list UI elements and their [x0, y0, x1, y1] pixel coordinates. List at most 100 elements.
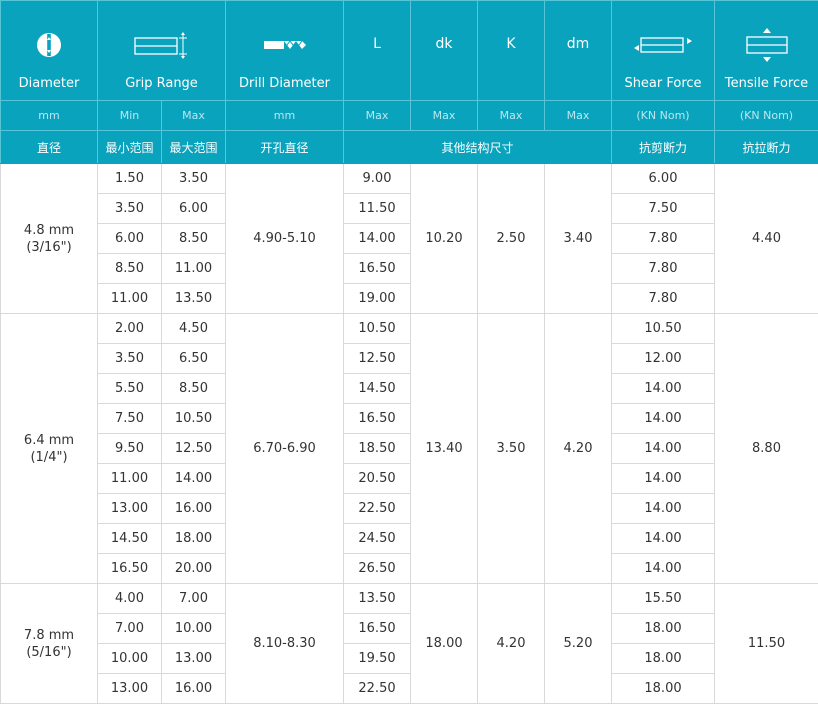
dk-label: dk: [435, 36, 453, 52]
table-row: 3.50 6.50 12.50 12.00: [1, 343, 818, 374]
grip-min-cell: 14.50: [97, 523, 162, 554]
grip-min-cell: 6.00: [97, 223, 162, 254]
cn-drill: 开孔直径: [225, 130, 344, 164]
L-cell: 12.50: [343, 343, 411, 374]
unit-dm: Max: [544, 100, 612, 131]
L-cell: 19.50: [343, 643, 411, 674]
table-row: 4.8 mm (3/16") 1.50 3.50 4.90-5.10 9.00 1…: [0, 163, 818, 314]
unit-shear: (KN Nom): [611, 100, 715, 131]
L-cell: 9.00: [343, 163, 411, 194]
K-cell: 4.20: [477, 583, 545, 704]
grip-max-cell: 10.00: [161, 613, 226, 644]
tensile-cell: 8.80: [714, 313, 818, 584]
grip-min-cell: 2.00: [97, 313, 162, 344]
grip-max-cell: 6.00: [161, 193, 226, 224]
shear-cell: 14.00: [611, 373, 715, 404]
grip-min-cell: 11.00: [97, 463, 162, 494]
grip-max-cell: 10.50: [161, 403, 226, 434]
L-cell: 10.50: [343, 313, 411, 344]
unit-K: Max: [477, 100, 545, 131]
L-cell: 22.50: [343, 673, 411, 704]
table-row: 8.50 11.00 16.50 7.80: [1, 253, 818, 284]
L-cell: 26.50: [343, 553, 411, 584]
header-dk: dk: [410, 0, 478, 101]
dm-cell: 5.20: [544, 583, 612, 704]
dk-cell: 13.40: [410, 313, 478, 584]
L-cell: 19.00: [343, 283, 411, 314]
L-cell: 20.50: [343, 463, 411, 494]
L-cell: 14.00: [343, 223, 411, 254]
grip-max-cell: 14.00: [161, 463, 226, 494]
grip-max-cell: 6.50: [161, 343, 226, 374]
header-dm: dm: [544, 0, 612, 101]
grip-min-cell: 11.00: [97, 283, 162, 314]
header-shear-force: Shear Force: [611, 0, 715, 101]
grip-min-cell: 3.50: [97, 343, 162, 374]
drill-cell: 6.70-6.90: [225, 313, 344, 584]
table-row: 6.4 mm (1/4") 2.00 4.50 6.70-6.90 10.50 1…: [0, 313, 818, 584]
table-row: 13.00 16.00 22.50 14.00: [1, 493, 818, 524]
table-row: 11.00 13.50 19.00 7.80: [1, 283, 818, 314]
table-row: 13.00 16.00 22.50 18.00: [1, 673, 818, 704]
grip-min-cell: 8.50: [97, 253, 162, 284]
diameter-cell: 6.4 mm (1/4"): [0, 313, 98, 584]
shear-cell: 14.00: [611, 523, 715, 554]
grip-min-cell: 5.50: [97, 373, 162, 404]
table-row: 9.50 12.50 18.50 14.00: [1, 433, 818, 464]
grip-max-cell: 20.00: [161, 553, 226, 584]
table-row: 10.00 13.00 19.50 18.00: [1, 643, 818, 674]
shear-cell: 14.00: [611, 463, 715, 494]
shear-cell: 6.00: [611, 163, 715, 194]
shear-cell: 14.00: [611, 433, 715, 464]
grip-min-cell: 9.50: [97, 433, 162, 464]
grip-range-label: Grip Range: [125, 76, 198, 91]
header-K: K: [477, 0, 545, 101]
tensile-cell: 11.50: [714, 583, 818, 704]
shear-force-label: Shear Force: [624, 76, 702, 91]
K-cell: 3.50: [477, 313, 545, 584]
dk-cell: 18.00: [410, 583, 478, 704]
table-row: 16.50 20.00 26.50 14.00: [1, 553, 818, 584]
drill-cell: 4.90-5.10: [225, 163, 344, 314]
cn-dims: 其他结构尺寸: [343, 130, 612, 164]
L-cell: 22.50: [343, 493, 411, 524]
header-diameter: Diameter: [0, 0, 98, 101]
cn-tensile: 抗拉断力: [714, 130, 818, 164]
rivet-spec-table: Diameter Grip Range Drill Diameter L dk …: [0, 0, 818, 704]
K-cell: 2.50: [477, 163, 545, 314]
grip-max-cell: 16.00: [161, 673, 226, 704]
diameter-label: Diameter: [18, 76, 80, 91]
dm-label: dm: [566, 36, 590, 52]
unit-L: Max: [343, 100, 411, 131]
grip-max-cell: 4.50: [161, 313, 226, 344]
grip-min-cell: 16.50: [97, 553, 162, 584]
shear-cell: 14.00: [611, 403, 715, 434]
dm-cell: 4.20: [544, 313, 612, 584]
grip-max-cell: 8.50: [161, 373, 226, 404]
K-label: K: [506, 36, 516, 52]
L-cell: 16.50: [343, 613, 411, 644]
tensile-force-label: Tensile Force: [724, 76, 809, 91]
L-cell: 16.50: [343, 253, 411, 284]
table-row: 14.50 18.00 24.50 14.00: [1, 523, 818, 554]
unit-grip-min: Min: [97, 100, 162, 131]
grip-min-cell: 10.00: [97, 643, 162, 674]
cn-grip-max: 最大范围: [161, 130, 226, 164]
shear-force-icon: [613, 29, 714, 61]
grip-max-cell: 12.50: [161, 433, 226, 464]
cn-grip-min: 最小范围: [97, 130, 162, 164]
shear-cell: 18.00: [611, 673, 715, 704]
table-row: 7.8 mm (5/16") 4.00 7.00 8.10-8.30 13.50 …: [0, 583, 818, 704]
grip-max-cell: 13.00: [161, 643, 226, 674]
table-row: 7.00 10.00 16.50 18.00: [1, 613, 818, 644]
unit-drill: mm: [225, 100, 344, 131]
grip-max-cell: 7.00: [161, 583, 226, 614]
shear-cell: 14.00: [611, 553, 715, 584]
L-cell: 24.50: [343, 523, 411, 554]
header-tensile-force: Tensile Force: [714, 0, 818, 101]
shear-cell: 18.00: [611, 613, 715, 644]
header-drill-diameter: Drill Diameter: [225, 0, 344, 101]
drill-diameter-label: Drill Diameter: [238, 76, 330, 91]
rivet-head-icon: [2, 29, 97, 61]
cn-diameter: 直径: [0, 130, 98, 164]
